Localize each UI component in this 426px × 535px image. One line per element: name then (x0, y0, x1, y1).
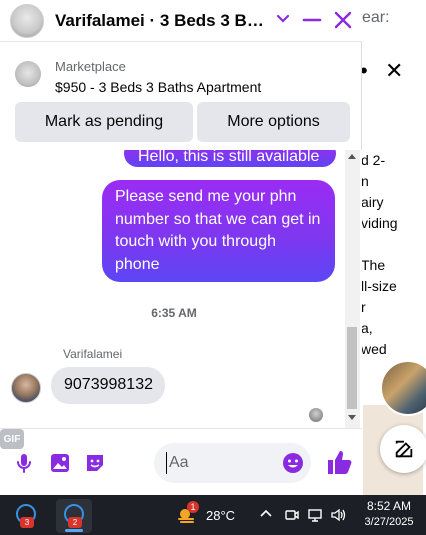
outgoing-message: Hello, this is still available (124, 150, 336, 167)
taskbar-app-2[interactable]: 2 (56, 499, 92, 533)
app-badge: 3 (20, 517, 34, 528)
message-timestamp: 6:35 AM (151, 306, 197, 320)
compose-message-button[interactable] (380, 425, 426, 473)
chat-window: Varifalamei · 3 Beds 3 Bath… Marketplace… (0, 0, 362, 495)
close-icon[interactable] (333, 9, 353, 31)
listing-title[interactable]: $950 - 3 Beds 3 Baths Apartment (55, 79, 261, 95)
app-badge: 2 (68, 517, 82, 528)
clock-time[interactable]: 8:52 AM (357, 499, 421, 513)
chevron-down-icon[interactable] (275, 9, 291, 29)
conversation-title[interactable]: Varifalamei · 3 Beds 3 Bath… (55, 11, 270, 31)
message-input[interactable]: Aa (154, 443, 311, 483)
background-search-text: ear: (362, 9, 390, 26)
emoji-icon[interactable] (282, 452, 304, 474)
scroll-down-arrow-icon[interactable] (348, 415, 356, 420)
active-app-indicator (65, 529, 83, 532)
conversation-avatar[interactable] (10, 4, 44, 38)
microphone-icon[interactable] (12, 451, 36, 475)
text-cursor (166, 452, 167, 474)
more-options-button[interactable]: More options (197, 102, 350, 142)
windows-taskbar: 3 2 1 28°C 8:52 AM 3/27/2025 (0, 495, 426, 535)
clock-date[interactable]: 3/27/2025 (357, 516, 421, 528)
camera-icon[interactable] (284, 507, 300, 523)
chat-header[interactable]: Varifalamei · 3 Beds 3 Bath… (0, 0, 362, 42)
message-composer: GIF Aa (0, 428, 362, 495)
minimize-icon[interactable] (302, 9, 322, 31)
listing-source: Marketplace (55, 59, 126, 74)
temperature[interactable]: 28°C (206, 508, 235, 523)
sticker-icon[interactable] (83, 451, 107, 475)
background-page: ear: • ✕ d 2- n airy viding The ll-size … (357, 0, 426, 495)
message-list: Hello, this is still available Please se… (0, 150, 362, 428)
compose-icon (395, 440, 413, 458)
taskbar-app-1[interactable]: 3 (8, 499, 44, 533)
network-icon[interactable] (307, 507, 323, 523)
message-scrollbar[interactable] (345, 150, 360, 428)
marketplace-listing-card: Marketplace $950 - 3 Beds 3 Baths Apartm… (0, 50, 362, 150)
outgoing-message: Please send me your phn number so that w… (102, 180, 335, 282)
incoming-message: 9073998132 (51, 367, 165, 404)
weather-badge: 1 (187, 501, 199, 513)
scrollbar-thumb[interactable] (347, 327, 357, 409)
photo-icon[interactable] (48, 451, 72, 475)
listing-thumbnail[interactable] (15, 61, 41, 87)
background-description: d 2- n airy viding The ll-size r a, wed (361, 152, 398, 357)
mark-as-pending-button[interactable]: Mark as pending (15, 102, 193, 142)
like-icon[interactable] (326, 448, 352, 476)
seen-indicator-avatar (309, 408, 323, 422)
volume-icon[interactable] (330, 507, 346, 523)
background-close-icon[interactable]: ✕ (385, 60, 403, 82)
chevron-up-icon[interactable] (259, 507, 273, 521)
gif-icon[interactable]: GIF (0, 429, 24, 449)
scroll-up-arrow-icon[interactable] (348, 154, 356, 159)
sender-avatar[interactable] (11, 373, 41, 403)
sender-name: Varifalamei (63, 347, 123, 361)
message-input-placeholder: Aa (169, 454, 189, 471)
